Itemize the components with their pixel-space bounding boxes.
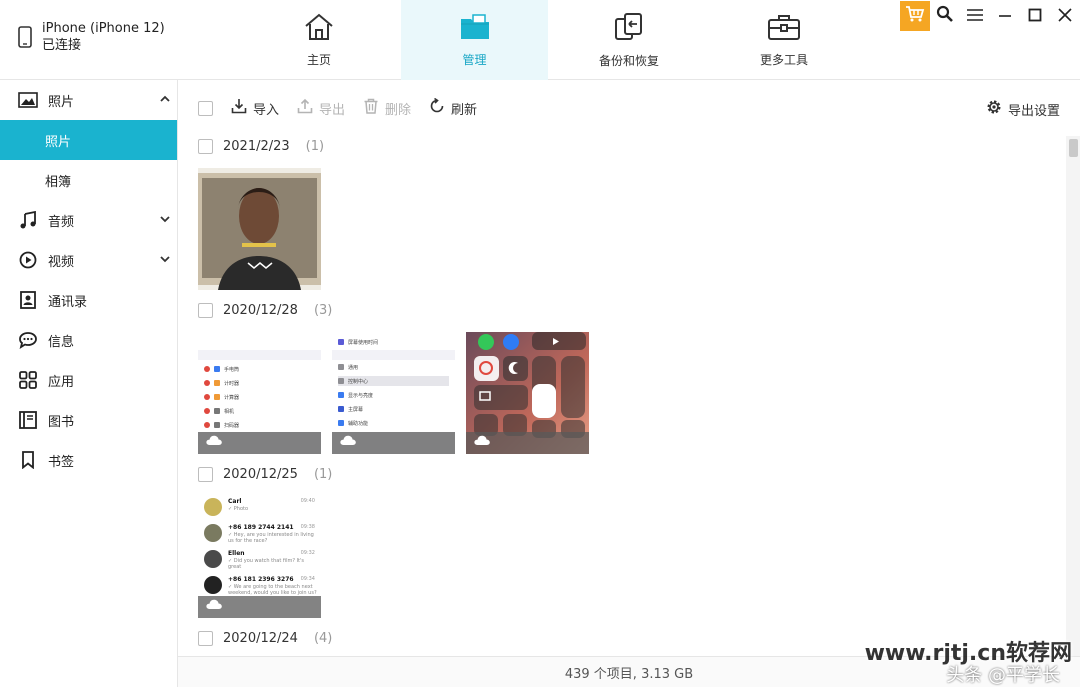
tab-more-tools[interactable]: 更多工具 <box>710 0 858 80</box>
gear-icon <box>986 99 1002 119</box>
sidebar-subitem-photos[interactable]: 照片 <box>0 120 177 160</box>
music-icon <box>18 210 38 230</box>
scrollbar-thumb[interactable] <box>1069 139 1078 157</box>
sidebar-item-apps[interactable]: 应用 <box>0 360 177 400</box>
cloud-icon <box>205 595 223 614</box>
bookmark-icon <box>18 450 38 470</box>
menu-icon <box>967 7 983 26</box>
sidebar-item-label: 通讯录 <box>48 294 88 310</box>
tab-backup-restore[interactable]: 备份和恢复 <box>555 0 703 80</box>
tab-more-tools-label: 更多工具 <box>759 52 808 67</box>
close-icon <box>1058 7 1072 26</box>
folder-icon <box>459 13 491 45</box>
date-group-header: 2021/2/23 (1) <box>198 139 324 154</box>
device-name: iPhone (iPhone 12) <box>42 21 165 36</box>
search-icon <box>936 5 954 27</box>
sidebar-item-label: 照片 <box>48 94 75 110</box>
sidebar-item-messages[interactable]: 信息 <box>0 320 177 360</box>
sidebar: 照片 照片 相簿 音频 视频 通讯录 信息 应用 图书 书签 <box>0 80 178 687</box>
home-icon <box>303 13 335 45</box>
sidebar-item-bookmarks[interactable]: 书签 <box>0 440 177 480</box>
sidebar-item-label: 应用 <box>48 374 75 390</box>
minimize-button[interactable] <box>990 0 1020 32</box>
sidebar-item-label: 信息 <box>48 334 75 350</box>
sidebar-item-contacts[interactable]: 通讯录 <box>0 280 177 320</box>
date-group-header: 2020/12/24 (4) <box>198 631 332 646</box>
chevron-down-icon[interactable] <box>159 253 171 269</box>
book-icon <box>18 410 38 430</box>
toolbar: 导入 导出 删除 刷新 导出设置 <box>178 80 1080 136</box>
sidebar-item-books[interactable]: 图书 <box>0 400 177 440</box>
portrait-photo <box>198 168 321 290</box>
tab-backup-restore-label: 备份和恢复 <box>598 53 659 68</box>
tab-manage-label: 管理 <box>462 52 487 67</box>
date-group-checkbox[interactable] <box>198 303 213 318</box>
toolbox-icon <box>767 13 801 45</box>
backup-restore-icon <box>613 12 645 46</box>
chevron-down-icon[interactable] <box>159 213 171 229</box>
import-button[interactable]: 导入 <box>231 98 279 118</box>
app-header: iPhone (iPhone 12) 已连接 主页 管理 备份和恢复 更多工具 <box>0 0 1080 80</box>
sidebar-item-video[interactable]: 视频 <box>0 240 177 280</box>
photo-thumbnail[interactable]: 手电筒 计时器 计算器 相机 扫码器 <box>198 332 321 454</box>
maximize-button[interactable] <box>1020 0 1050 32</box>
minimize-icon <box>998 7 1012 26</box>
window-controls <box>900 0 1080 32</box>
export-icon <box>297 98 313 118</box>
cart-button[interactable] <box>900 1 930 31</box>
sidebar-item-photos[interactable]: 照片 <box>0 80 177 120</box>
scrollbar-track[interactable] <box>1066 136 1080 656</box>
date-group-checkbox[interactable] <box>198 631 213 646</box>
date-group-checkbox[interactable] <box>198 139 213 154</box>
photo-thumbnail[interactable] <box>198 168 321 290</box>
phone-icon <box>18 26 32 48</box>
maximize-icon <box>1028 7 1042 26</box>
refresh-button[interactable]: 刷新 <box>429 97 477 118</box>
date-group-header: 2020/12/28 (3) <box>198 303 332 318</box>
cloud-icon <box>339 431 357 450</box>
cart-icon <box>905 5 925 27</box>
export-button[interactable]: 导出 <box>297 98 345 118</box>
item-summary: 439 个项目, 3.13 GB <box>564 666 694 682</box>
tab-home[interactable]: 主页 <box>245 0 393 80</box>
cloud-icon <box>205 431 223 450</box>
photo-icon <box>18 90 38 110</box>
photo-thumbnail[interactable] <box>466 332 589 454</box>
search-button[interactable] <box>930 0 960 32</box>
menu-button[interactable] <box>960 0 990 32</box>
device-info: iPhone (iPhone 12) 已连接 <box>18 20 165 54</box>
chevron-up-icon[interactable] <box>159 93 171 109</box>
tab-home-label: 主页 <box>306 52 331 67</box>
apps-icon <box>18 370 38 390</box>
message-icon <box>18 330 38 350</box>
contacts-icon <box>18 290 38 310</box>
tab-manage[interactable]: 管理 <box>401 0 548 80</box>
sidebar-item-label: 图书 <box>48 414 75 430</box>
date-group-header: 2020/12/25 (1) <box>198 467 332 482</box>
sidebar-item-label: 视频 <box>48 254 75 270</box>
sidebar-item-label: 书签 <box>48 454 75 470</box>
close-button[interactable] <box>1050 0 1080 32</box>
import-icon <box>231 98 247 118</box>
sidebar-subitem-albums[interactable]: 相簿 <box>0 160 177 200</box>
cloud-icon <box>473 431 491 450</box>
device-status: 已连接 <box>42 38 82 53</box>
trash-icon <box>363 98 379 118</box>
photo-grid: 2021/2/23 (1) 2020/12/28 (3) 手电筒 计时器 计算器 相… <box>178 136 1066 656</box>
video-icon <box>18 250 38 270</box>
select-all-checkbox[interactable] <box>198 100 213 116</box>
date-group-checkbox[interactable] <box>198 467 213 482</box>
photo-thumbnail[interactable]: 屏幕使用时间 通用 控制中心 显示与亮度 主屏幕 辅助功能 <box>332 332 455 454</box>
sidebar-item-audio[interactable]: 音频 <box>0 200 177 240</box>
sidebar-item-label: 音频 <box>48 214 75 230</box>
watermark-author: 头条 @平学长 <box>946 665 1060 686</box>
photo-thumbnail[interactable]: Carl ✓ Photo 09:40 +86 189 2744 2141 ✓ Hey,… <box>198 496 321 618</box>
delete-button[interactable]: 删除 <box>363 98 411 118</box>
refresh-icon <box>429 97 445 118</box>
export-settings-button[interactable]: 导出设置 <box>986 99 1060 119</box>
